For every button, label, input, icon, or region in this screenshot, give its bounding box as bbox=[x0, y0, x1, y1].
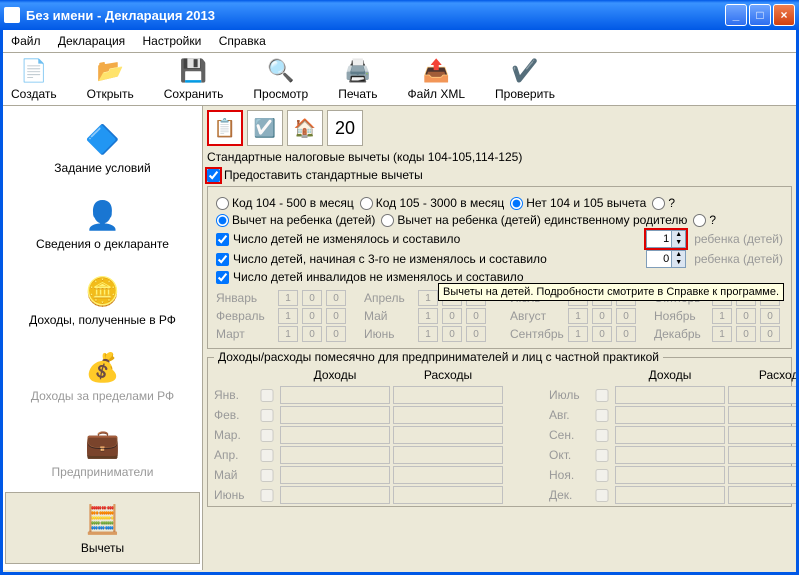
create-button[interactable]: 📄Создать bbox=[11, 57, 57, 101]
children-disabled-label: Число детей инвалидов не изменялось и со… bbox=[233, 270, 524, 284]
xml-icon: 📤 bbox=[422, 57, 450, 85]
children-count-checkbox[interactable] bbox=[216, 233, 229, 246]
briefcase-icon: 💼 bbox=[85, 425, 121, 461]
tab-property-deductions[interactable]: 🏠 bbox=[287, 110, 323, 146]
open-button[interactable]: 📂Открыть bbox=[87, 57, 134, 101]
deductions-group: Код 104 - 500 в месяц Код 105 - 3000 в м… bbox=[207, 186, 792, 349]
menu-settings[interactable]: Настройки bbox=[143, 34, 202, 48]
children-from3-spinner[interactable]: ▲▼ bbox=[646, 250, 686, 268]
check-icon: ✔️ bbox=[511, 57, 539, 85]
conditions-icon: 🔷 bbox=[85, 121, 121, 157]
monthly-income-expense-group: Доходы/расходы помесячно для предпринима… bbox=[207, 357, 792, 507]
deductions-icon: 🧮 bbox=[85, 501, 121, 537]
provide-deductions-line: Предоставить стандартные вычеты bbox=[207, 168, 792, 182]
children-disabled-checkbox[interactable] bbox=[216, 271, 229, 284]
xml-button[interactable]: 📤Файл XML bbox=[408, 57, 466, 101]
provide-deductions-checkbox[interactable] bbox=[207, 169, 220, 182]
radio-code105[interactable]: Код 105 - 3000 в месяц bbox=[360, 196, 504, 210]
children-count-label: Число детей не изменялось и составило bbox=[233, 232, 460, 246]
person-icon: 👤 bbox=[85, 197, 121, 233]
section-title: Стандартные налоговые вычеты (коды 104-1… bbox=[207, 150, 792, 164]
tab-standard-deductions[interactable]: 📋 bbox=[207, 110, 243, 146]
radio-child-single[interactable]: Вычет на ребенка (детей) единственному р… bbox=[381, 213, 687, 227]
children-from3-checkbox[interactable] bbox=[216, 253, 229, 266]
window-title: Без имени - Декларация 2013 bbox=[26, 8, 725, 23]
main-panel: 📋 ☑️ 🏠 20 Стандартные налоговые вычеты (… bbox=[203, 106, 796, 570]
radio-no104105[interactable]: Нет 104 и 105 вычета bbox=[510, 196, 646, 210]
close-button[interactable]: × bbox=[773, 4, 795, 26]
preview-button[interactable]: 🔍Просмотр bbox=[253, 57, 308, 101]
menu-file[interactable]: Файл bbox=[11, 34, 41, 48]
tab-social-deductions[interactable]: ☑️ bbox=[247, 110, 283, 146]
sidebar-item-deductions[interactable]: 🧮Вычеты bbox=[5, 492, 200, 564]
sidebar-item-income-rf[interactable]: 🪙Доходы, полученные в РФ bbox=[5, 264, 200, 336]
sidebar-item-income-abroad[interactable]: 💰Доходы за пределами РФ bbox=[5, 340, 200, 412]
children-count-spinner[interactable]: ▲▼ bbox=[646, 230, 686, 248]
check-button[interactable]: ✔️Проверить bbox=[495, 57, 555, 101]
maximize-button[interactable]: □ bbox=[749, 4, 771, 26]
preview-icon: 🔍 bbox=[267, 57, 295, 85]
window-titlebar: Без имени - Декларация 2013 _ □ × bbox=[0, 0, 799, 30]
new-file-icon: 📄 bbox=[20, 57, 48, 85]
provide-deductions-label: Предоставить стандартные вычеты bbox=[224, 168, 423, 182]
folder-open-icon: 📂 bbox=[96, 57, 124, 85]
sidebar-item-entrepreneurs[interactable]: 💼Предприниматели bbox=[5, 416, 200, 488]
radio-child[interactable]: Вычет на ребенка (детей) bbox=[216, 213, 375, 227]
toolbar: 📄Создать 📂Открыть 💾Сохранить 🔍Просмотр 🖨… bbox=[3, 53, 796, 106]
moneybag-icon: 💰 bbox=[85, 349, 121, 385]
radio-code104[interactable]: Код 104 - 500 в месяц bbox=[216, 196, 354, 210]
menubar: Файл Декларация Настройки Справка bbox=[3, 30, 796, 53]
menu-help[interactable]: Справка bbox=[219, 34, 266, 48]
print-icon: 🖨️ bbox=[344, 57, 372, 85]
radio-help2[interactable]: ? bbox=[693, 213, 716, 227]
tooltip: Вычеты на детей. Подробности смотрите в … bbox=[438, 283, 784, 301]
sidebar-item-conditions[interactable]: 🔷Задание условий bbox=[5, 112, 200, 184]
sidebar: 🔷Задание условий 👤Сведения о декларанте … bbox=[3, 106, 203, 570]
sidebar-item-declarant[interactable]: 👤Сведения о декларанте bbox=[5, 188, 200, 260]
save-icon: 💾 bbox=[180, 57, 208, 85]
menu-declaration[interactable]: Декларация bbox=[58, 34, 125, 48]
coins-icon: 🪙 bbox=[85, 273, 121, 309]
group2-title: Доходы/расходы помесячно для предпринима… bbox=[214, 350, 663, 364]
children-from3-label: Число детей, начиная с 3-го не изменялос… bbox=[233, 252, 547, 266]
tab-other-deductions[interactable]: 20 bbox=[327, 110, 363, 146]
minimize-button[interactable]: _ bbox=[725, 4, 747, 26]
radio-help1[interactable]: ? bbox=[652, 196, 675, 210]
print-button[interactable]: 🖨️Печать bbox=[338, 57, 377, 101]
app-icon bbox=[4, 7, 20, 23]
save-button[interactable]: 💾Сохранить bbox=[164, 57, 224, 101]
